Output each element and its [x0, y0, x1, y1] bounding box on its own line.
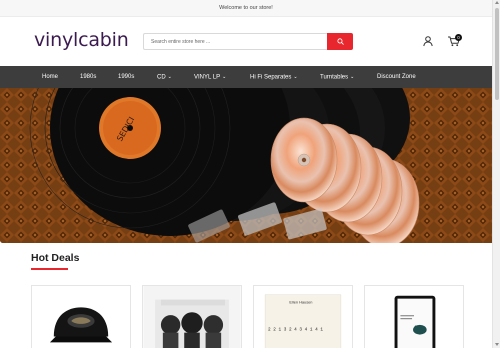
product-image-book: Ellen Hausen 2 2 1 3 2 4 3 4 1 4 1	[254, 286, 352, 348]
main-nav: Home 1980s 1990s CD ⌄ VINYL LP ⌄ Hi Fi Sep…	[0, 66, 492, 88]
hero-banner[interactable]: SEDICI	[0, 88, 494, 243]
nav-item-1990s[interactable]: 1990s	[118, 66, 134, 88]
account-icon[interactable]	[422, 35, 434, 47]
welcome-message: Welcome to our store!	[219, 5, 273, 11]
scrollbar-thumb[interactable]	[495, 8, 499, 100]
welcome-bar: Welcome to our store!	[0, 0, 492, 17]
nav-item-label: Home	[42, 74, 59, 80]
site-logo[interactable]: vinylcabin	[34, 29, 129, 51]
product-image-album	[143, 286, 241, 348]
nav-item-label: Discount Zone	[377, 74, 416, 80]
book-digits-text: 2 2 1 3 2 4 3 4 1 4 1	[268, 328, 323, 333]
product-card-book[interactable]: Ellen Hausen 2 2 1 3 2 4 3 4 1 4 1	[253, 285, 353, 348]
search-button[interactable]	[327, 33, 353, 50]
page: Welcome to our store! vinylcabin 0 Home …	[0, 0, 500, 348]
nav-item-label: VINYL LP	[194, 74, 221, 81]
nav-item-label: CD	[157, 74, 166, 81]
search-icon	[336, 38, 344, 45]
hero-image: SEDICI	[0, 88, 494, 243]
nav-item-label: Hi Fi Separates	[250, 74, 292, 81]
chevron-down-icon: ⌄	[293, 74, 298, 80]
nav-item-home[interactable]: Home	[42, 66, 58, 88]
product-image-ebook	[365, 286, 463, 348]
hot-deals-title: Hot Deals	[31, 252, 80, 264]
chevron-down-icon: ⌄	[222, 74, 227, 80]
site-header: vinylcabin 0	[0, 17, 492, 66]
nav-item-label: 1980s	[80, 74, 97, 80]
product-card-cap[interactable]	[31, 285, 131, 348]
nav-item-cd[interactable]: CD ⌄	[157, 66, 172, 88]
nav-item-turntables[interactable]: Turntables ⌄	[320, 66, 354, 88]
scroll-up-arrow-icon[interactable]	[495, 1, 499, 4]
nav-item-hi-fi-separates[interactable]: Hi Fi Separates ⌄	[250, 66, 298, 88]
scroll-down-arrow-icon[interactable]	[495, 343, 499, 346]
chevron-down-icon: ⌄	[167, 74, 172, 80]
nav-item-1980s[interactable]: 1980s	[80, 66, 96, 88]
product-image-cap	[49, 307, 113, 343]
search-input[interactable]	[143, 33, 327, 50]
chevron-down-icon: ⌄	[350, 74, 355, 80]
product-card-album[interactable]	[142, 285, 242, 348]
cart-count-badge: 0	[455, 34, 462, 41]
book-title-text: Ellen Hausen	[289, 299, 312, 304]
title-underline	[31, 268, 68, 270]
nav-item-discount-zone[interactable]: Discount Zone	[377, 66, 416, 88]
page-scrollbar[interactable]	[492, 0, 500, 348]
product-card-ebook[interactable]	[364, 285, 464, 348]
nav-item-label: Turntables	[320, 74, 349, 81]
nav-item-vinyl-lp[interactable]: VINYL LP ⌄	[194, 66, 226, 88]
nav-item-label: 1990s	[118, 74, 135, 80]
